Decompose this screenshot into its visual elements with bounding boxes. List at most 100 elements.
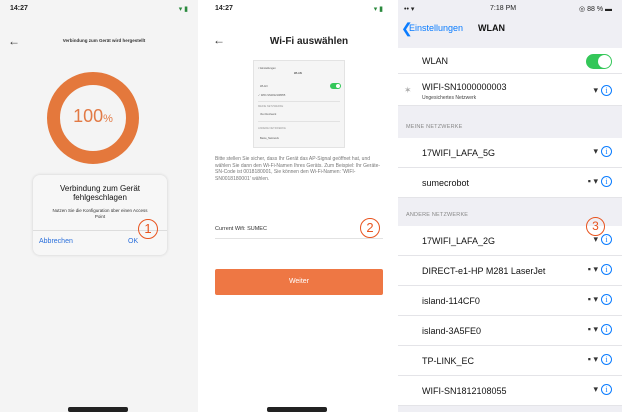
network-row[interactable]: 17WIFI_LAFA_5G ▾ i <box>398 138 622 168</box>
network-name: 17WIFI_LAFA_5G <box>422 148 496 158</box>
lock-icon: ▪ <box>587 324 591 334</box>
back-arrow-icon[interactable]: ← <box>8 34 20 48</box>
signal-icon: •• ▾ <box>404 6 415 13</box>
thumb-net-2: Beste_Netzwerk <box>260 137 279 140</box>
step-callout-1: 1 <box>138 219 158 239</box>
thumb-title: WLAN <box>294 72 302 75</box>
wlan-settings-illustration: < Einstellungen WLAN WLAN ✓ WIFI-SN18121… <box>253 60 345 148</box>
dialog-title: Verbindung zum Gerät fehlgeschlagen <box>59 184 141 202</box>
status-bar: 14:27 ▾ ▮ <box>205 0 393 16</box>
network-status-icons: ▪ ▾ i <box>588 294 612 305</box>
info-icon[interactable]: i <box>601 146 612 157</box>
info-icon[interactable]: i <box>601 176 612 187</box>
page-title: Wi-Fi auswählen <box>269 36 349 47</box>
page-title: WLAN <box>478 23 505 33</box>
network-security-label: Ungesichertes Netzwerk <box>422 95 477 101</box>
info-icon[interactable]: i <box>601 234 612 245</box>
wifi-battery-icon: ▾ ▮ <box>178 6 188 13</box>
info-icon[interactable]: i <box>601 324 612 335</box>
section-header-my-networks: MEINE NETZWERKE <box>406 124 463 130</box>
ok-button[interactable]: OK <box>128 238 138 245</box>
dialog-message: Nutzen Sie die Konfiguration über einen … <box>52 208 148 219</box>
thumb-net-1: Vier-Netzwerk <box>260 113 277 116</box>
progress-unit: % <box>103 113 113 125</box>
thumb-divider <box>258 101 340 102</box>
network-row[interactable]: DIRECT-e1-HP M281 LaserJet ▪ ▾ i <box>398 256 622 286</box>
network-row[interactable]: island-3A5FE0 ▪ ▾ i <box>398 316 622 346</box>
current-wifi-divider <box>215 238 383 239</box>
network-row[interactable]: island-114CF0 ▪ ▾ i <box>398 286 622 316</box>
home-indicator <box>68 407 128 412</box>
network-row[interactable]: TP-LINK_EC ▪ ▾ i <box>398 346 622 376</box>
wifi-icon: ▾ <box>593 85 598 95</box>
status-time: 14:27 <box>10 5 28 12</box>
network-name: sumecrobot <box>422 178 470 188</box>
info-icon[interactable]: i <box>601 264 612 275</box>
status-bar: 14:27 ▾ ▮ <box>0 0 198 16</box>
current-wifi-label: Current Wifi: SUMEC <box>215 226 267 232</box>
thumb-current: ✓ WIFI-SN1812108055 <box>258 94 286 97</box>
step-callout-2: 2 <box>360 218 380 238</box>
lock-icon: ▪ <box>587 354 591 364</box>
wlan-label: WLAN <box>422 56 449 66</box>
thumb-toggle <box>330 83 341 89</box>
network-status-icons: ▪ ▾ i <box>588 176 612 187</box>
info-icon[interactable]: i <box>601 85 612 96</box>
status-bar: •• ▾ 7:18 PM ◎ 88 % ▬ <box>398 0 622 16</box>
status-time: 7:18 PM <box>490 5 517 12</box>
network-row[interactable]: WIFI-SN1812108055 ▾ i <box>398 376 622 406</box>
wifi-icon: ▾ <box>593 354 598 364</box>
lock-icon: ▪ <box>587 294 591 304</box>
thumb-back: < Einstellungen <box>258 67 276 70</box>
wifi-icon: ▾ <box>593 176 598 186</box>
home-indicator <box>267 407 327 412</box>
network-status-icons: ▾ i <box>593 85 612 96</box>
wifi-icon: ▾ <box>593 264 598 274</box>
lock-icon: ▪ <box>587 264 591 274</box>
thumb-divider <box>258 121 340 122</box>
loading-spinner-icon: ✶ <box>404 85 412 95</box>
wifi-icon: ▾ <box>593 324 598 334</box>
network-name: island-114CF0 <box>422 296 480 306</box>
section-header-other-networks: ANDERE NETZWERKE <box>406 212 469 218</box>
network-row[interactable]: sumecrobot ▪ ▾ i <box>398 168 622 198</box>
info-icon[interactable]: i <box>601 384 612 395</box>
next-button[interactable]: Weiter <box>215 269 383 295</box>
network-name: DIRECT-e1-HP M281 LaserJet <box>422 266 546 276</box>
wlan-toggle[interactable] <box>586 54 612 69</box>
back-arrow-icon[interactable]: ← <box>213 33 225 47</box>
thumb-wlan: WLAN <box>260 85 268 88</box>
info-icon[interactable]: i <box>601 354 612 365</box>
network-name: WIFI-SN1812108055 <box>422 386 507 396</box>
wifi-icon: ▾ <box>593 384 598 394</box>
network-name: TP-LINK_EC <box>422 356 475 366</box>
connected-network-row[interactable]: ✶ WIFI-SN1000000003 Ungesichertes Netzwe… <box>398 74 622 106</box>
progress-percent: 100% <box>47 106 139 127</box>
network-status-icons: ▪ ▾ i <box>588 324 612 335</box>
info-icon[interactable]: i <box>601 294 612 305</box>
network-name: island-3A5FE0 <box>422 326 482 336</box>
network-status-icons: ▪ ▾ i <box>588 264 612 275</box>
lock-icon: ▪ <box>587 176 591 186</box>
wlan-toggle-row: WLAN <box>398 48 622 74</box>
ios-wlan-settings-screen: •• ▾ 7:18 PM ◎ 88 % ▬ ❮ Einstellungen WL… <box>398 0 622 412</box>
thumb-section-1: MEINE NETZWERKE <box>258 105 284 108</box>
connection-screen: 14:27 ▾ ▮ ← Verbindung zum Gerät wird he… <box>0 0 198 412</box>
back-to-settings-link[interactable]: Einstellungen <box>409 23 463 33</box>
network-name: 17WIFI_LAFA_2G <box>422 236 496 246</box>
wifi-select-screen: 14:27 ▾ ▮ ← Wi-Fi auswählen < Einstellun… <box>205 0 393 412</box>
network-name: WIFI-SN1000000003 <box>422 82 507 92</box>
thumb-section-2: ANDERE NETZWERKE <box>258 127 286 130</box>
connection-failed-dialog: Verbindung zum Gerät fehlgeschlagen Nutz… <box>33 175 167 255</box>
cancel-button[interactable]: Abbrechen <box>39 238 73 245</box>
wifi-icon: ▾ <box>593 294 598 304</box>
network-status-icons: ▾ i <box>593 146 612 157</box>
battery-icon: ◎ 88 % ▬ <box>579 6 612 13</box>
instructions-text: Bitte stellen Sie sicher, dass Ihr Gerät… <box>215 156 381 182</box>
wifi-icon: ▾ <box>593 146 598 156</box>
page-title: Verbindung zum Gerät wird hergestellt <box>62 38 146 43</box>
nav-bar: ❮ Einstellungen WLAN <box>398 18 622 40</box>
network-status-icons: ▾ i <box>593 384 612 395</box>
progress-number: 100 <box>73 106 104 126</box>
status-time: 14:27 <box>215 5 233 12</box>
